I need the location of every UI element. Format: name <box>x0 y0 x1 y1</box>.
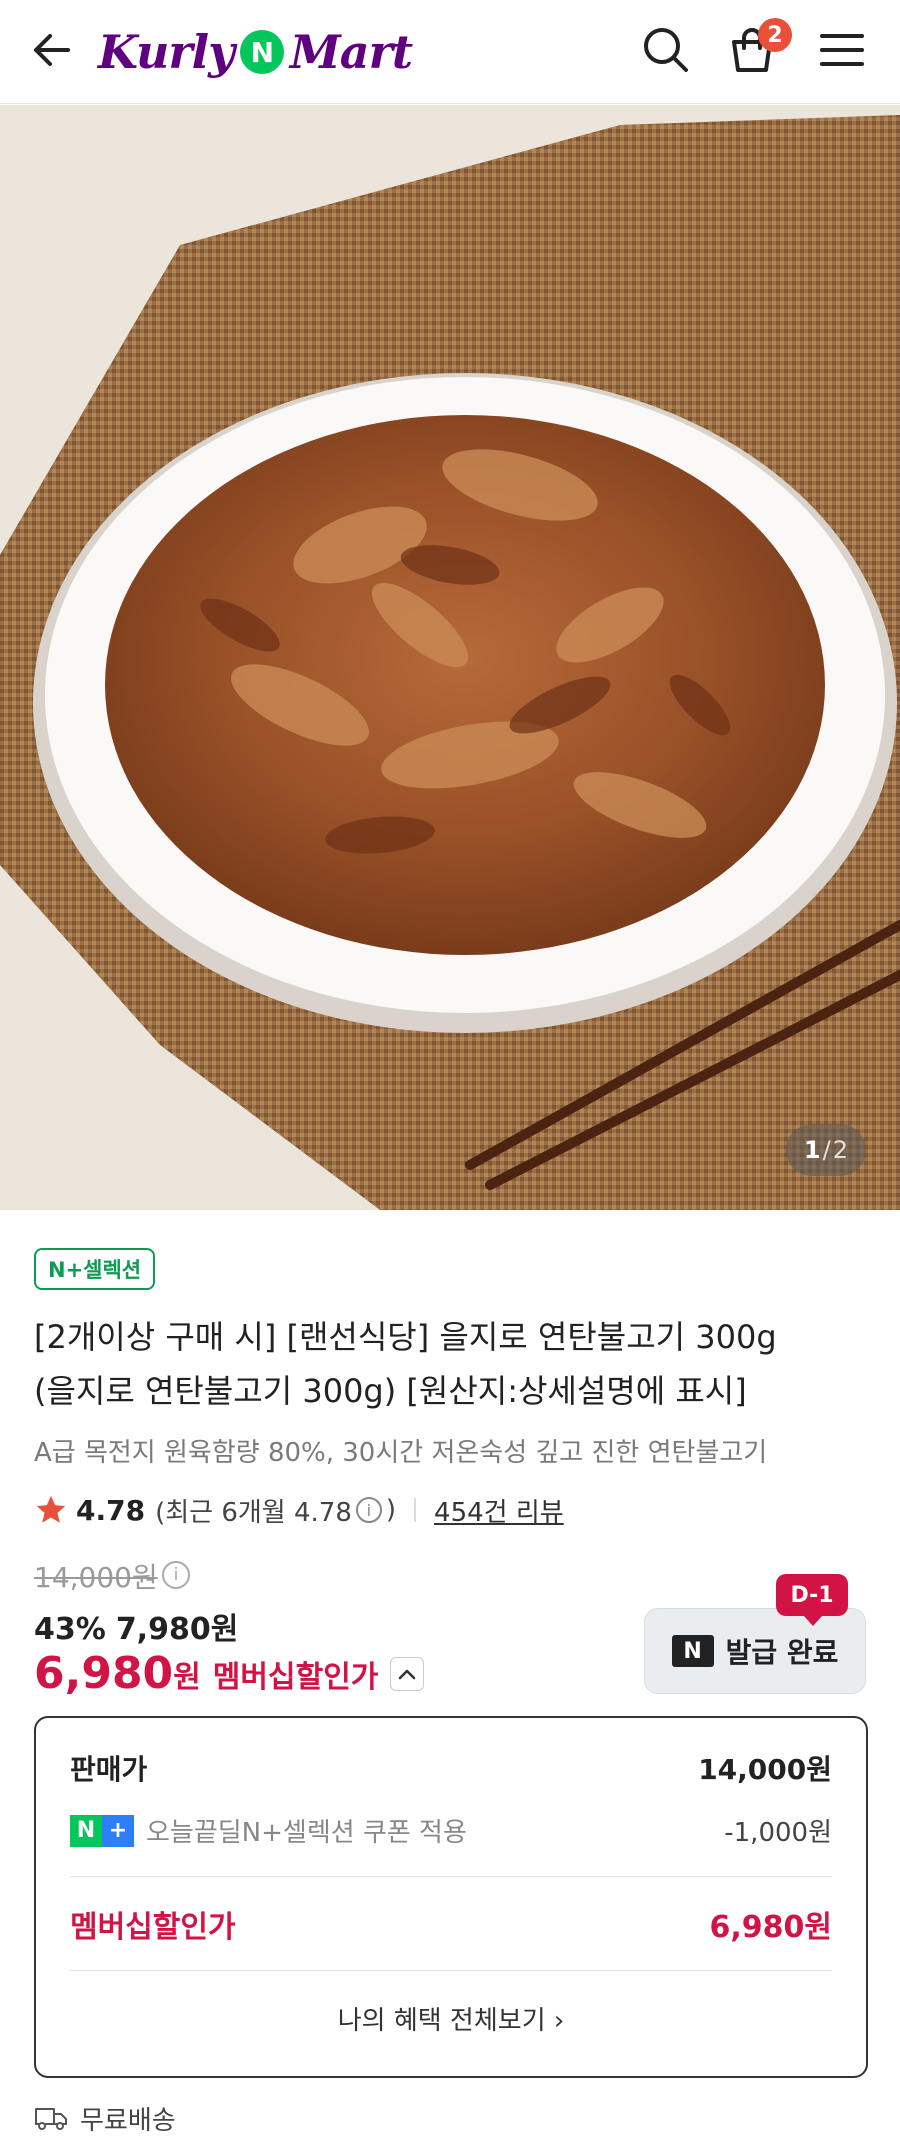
shipping-row: 무료배송 <box>34 2098 176 2138</box>
search-icon[interactable] <box>640 24 692 76</box>
rating-score: 4.78 <box>76 1493 146 1527</box>
naver-n-logo-icon: N <box>671 1635 714 1667</box>
product-photo-bulgogi <box>0 105 900 1210</box>
product-image-carousel[interactable]: 1 / 2 <box>0 105 900 1210</box>
n-plus-selection-badge: N+셀렉션 <box>34 1248 156 1290</box>
divider <box>414 1498 417 1522</box>
cart-count-badge: 2 <box>758 18 792 52</box>
truck-icon <box>35 2108 67 2130</box>
member-price-total-value: 6,980원 <box>709 1910 833 1945</box>
member-price: 6,980 <box>34 1648 174 1699</box>
member-price-total-label: 멤버십할인가 <box>70 1910 236 1945</box>
discount-rate: 43% <box>34 1612 106 1647</box>
image-counter-separator: / <box>822 1136 831 1164</box>
logo-text-kurly: Kurly <box>98 25 235 79</box>
product-subtitle: A급 목전지 원육함량 80%, 30시간 저온숙성 깊고 진한 연탄불고기 <box>34 1438 768 1468</box>
coupon-applied-label: 오늘끝딜N+셀렉션 쿠폰 적용 <box>146 1818 467 1848</box>
rating-recent-close: ) <box>385 1495 397 1525</box>
review-count-link[interactable]: 454건 리뷰 <box>434 1492 564 1529</box>
arrow-left-icon[interactable] <box>28 26 76 74</box>
member-price-total-row: 멤버십할인가 6,980원 <box>70 1902 832 1946</box>
discount-price-row: 43% 7,980원 <box>34 1604 238 1648</box>
logo-text-mart: Mart <box>289 25 413 79</box>
seller-price-value: 14,000원 <box>698 1753 832 1786</box>
image-counter-total: 2 <box>832 1136 848 1164</box>
image-counter-current: 1 <box>803 1136 821 1164</box>
product-title-line-2: (을지로 연탄불고기 300g) [원산지:상세설명에 표시] <box>34 1372 747 1410</box>
rating-row: 4.78 (최근 6개월 4.78 i ) 454건 리뷰 <box>34 1488 564 1532</box>
price-breakdown-box: 판매가 14,000원 N + 오늘끝딜N+셀렉션 쿠폰 적용 -1,000원 멤… <box>34 1716 868 2078</box>
free-shipping-label: 무료배송 <box>80 2105 176 2136</box>
seller-price-label: 판매가 <box>70 1753 148 1786</box>
image-counter: 1 / 2 <box>785 1124 866 1176</box>
top-header: Kurly N Mart 2 <box>0 0 900 104</box>
chevron-up-icon[interactable] <box>390 1656 425 1691</box>
member-price-label: 멤버십할인가 <box>212 1659 379 1695</box>
view-all-benefits-link[interactable]: 나의 혜택 전체보기 › <box>36 2000 866 2037</box>
member-price-won: 원 <box>173 1659 201 1695</box>
star-icon <box>36 1495 66 1523</box>
seller-price-row: 판매가 14,000원 <box>70 1748 832 1788</box>
coupon-applied-value: -1,000원 <box>724 1818 832 1848</box>
coupon-issued-label: 발급 완료 <box>725 1636 839 1669</box>
kurly-n-mart-logo[interactable]: Kurly N Mart <box>98 16 413 88</box>
n-plus-icon: N + <box>70 1814 134 1847</box>
discount-price: 7,980원 <box>115 1612 239 1647</box>
menu-icon[interactable] <box>816 24 868 76</box>
price-info-icon[interactable]: i <box>162 1561 190 1589</box>
rating-recent-text: (최근 6개월 4.78 <box>155 1497 352 1528</box>
divider <box>70 1970 832 1971</box>
divider <box>70 1876 832 1877</box>
coupon-applied-row: N + 오늘끝딜N+셀렉션 쿠폰 적용 -1,000원 <box>70 1812 832 1849</box>
logo-n-circle: N <box>239 30 284 74</box>
info-icon[interactable]: i <box>355 1497 382 1523</box>
coupon-issued-button[interactable]: N 발급 완료 <box>644 1608 866 1694</box>
product-title-line-1: [2개이상 구매 시] [랜선식당] 을지로 연탄불고기 300g <box>34 1318 777 1356</box>
d-day-badge: D-1 <box>776 1574 848 1626</box>
product-title: [2개이상 구매 시] [랜선식당] 을지로 연탄불고기 300g (을지로 연… <box>34 1310 864 1418</box>
original-price: 14,000원 <box>34 1561 158 1594</box>
member-price-row: 6,980 원 멤버십할인가 <box>34 1648 425 1699</box>
